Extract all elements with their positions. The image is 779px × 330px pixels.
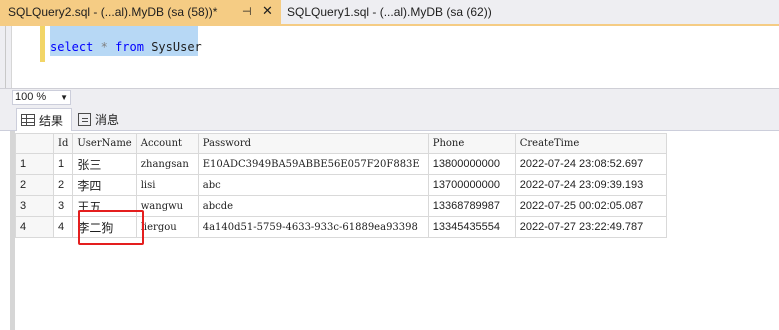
table-name: SysUser bbox=[151, 40, 202, 54]
cell-account[interactable]: wangwu bbox=[135, 195, 199, 217]
query-editor[interactable]: select * from SysUser bbox=[0, 26, 779, 88]
cell-createtime[interactable]: 2022-07-24 23:09:39.193 bbox=[514, 174, 667, 196]
cell-id[interactable]: 2 bbox=[52, 174, 74, 196]
outline-line bbox=[5, 26, 6, 88]
tab-sqlquery1[interactable]: SQLQuery1.sql - (...al).MyDB (sa (62)) bbox=[281, 0, 492, 24]
tab-results-label: 结果 bbox=[39, 113, 64, 128]
chevron-down-icon[interactable]: ▼ bbox=[60, 91, 68, 104]
cell-phone[interactable]: 13700000000 bbox=[427, 174, 516, 196]
row-number[interactable]: 1 bbox=[15, 153, 54, 175]
cell-username[interactable]: 李四 bbox=[72, 174, 137, 196]
cell-createtime[interactable]: 2022-07-24 23:08:52.697 bbox=[514, 153, 667, 175]
column-header-username[interactable]: UserName bbox=[72, 133, 137, 154]
message-icon bbox=[78, 113, 91, 126]
close-icon[interactable]: ✕ bbox=[262, 4, 276, 18]
cell-createtime[interactable]: 2022-07-25 00:02:05.087 bbox=[514, 195, 667, 217]
row-number[interactable]: 2 bbox=[15, 174, 54, 196]
column-header-createtime[interactable]: CreateTime bbox=[514, 133, 667, 154]
column-header-phone[interactable]: Phone bbox=[427, 133, 516, 154]
cell-account[interactable]: liergou bbox=[135, 216, 199, 238]
cell-phone[interactable]: 13368789987 bbox=[427, 195, 516, 217]
cell-id[interactable]: 3 bbox=[52, 195, 74, 217]
tab-results[interactable]: 结果 bbox=[16, 108, 72, 131]
cell-phone[interactable]: 13800000000 bbox=[427, 153, 516, 175]
keyword-from: from bbox=[115, 40, 144, 54]
zoom-bar: 100 % ▼ bbox=[0, 88, 779, 105]
tab-sqlquery2-title: SQLQuery2.sql - (...al).MyDB (sa (58))* bbox=[8, 5, 218, 19]
cell-createtime[interactable]: 2022-07-27 23:22:49.787 bbox=[514, 216, 667, 238]
cell-password[interactable]: abc bbox=[197, 174, 429, 196]
cell-id[interactable]: 1 bbox=[52, 153, 74, 175]
cell-password[interactable]: 4a140d51-5759-4633-933c-61889ea93398 bbox=[197, 216, 429, 238]
column-header-password[interactable]: Password bbox=[197, 133, 429, 154]
cell-password[interactable]: abcde bbox=[197, 195, 429, 217]
tab-sqlquery1-title: SQLQuery1.sql - (...al).MyDB (sa (62)) bbox=[287, 5, 492, 19]
tab-sqlquery2[interactable]: SQLQuery2.sql - (...al).MyDB (sa (58))* … bbox=[0, 0, 281, 24]
zoom-select[interactable]: 100 % ▼ bbox=[12, 90, 71, 105]
code-line-select[interactable]: select * from SysUser bbox=[50, 39, 202, 55]
document-tab-strip: SQLQuery2.sql - (...al).MyDB (sa (58))* … bbox=[0, 0, 779, 26]
results-tab-strip: 结果 消息 bbox=[0, 105, 779, 131]
highlight-annotation bbox=[78, 210, 144, 245]
cell-id[interactable]: 4 bbox=[52, 216, 74, 238]
cell-account[interactable]: lisi bbox=[135, 174, 199, 196]
table-row[interactable]: 1 1 张三 zhangsan E10ADC3949BA59ABBE56E057… bbox=[15, 153, 667, 175]
column-header-account[interactable]: Account bbox=[135, 133, 199, 154]
row-number[interactable]: 3 bbox=[15, 195, 54, 217]
cell-username[interactable]: 张三 bbox=[72, 153, 137, 175]
pin-icon[interactable]: ⊣ bbox=[242, 5, 254, 19]
change-indicator bbox=[40, 26, 45, 62]
corner-cell[interactable] bbox=[15, 133, 54, 154]
tab-messages-label: 消息 bbox=[95, 113, 120, 127]
star-operator: * bbox=[100, 40, 108, 54]
grid-icon bbox=[21, 114, 35, 126]
table-row[interactable]: 2 2 李四 lisi abc 13700000000 2022-07-24 2… bbox=[15, 174, 667, 196]
zoom-value: 100 % bbox=[15, 91, 47, 103]
tab-messages[interactable]: 消息 bbox=[74, 108, 130, 131]
column-header-id[interactable]: Id bbox=[52, 133, 74, 154]
keyword-select: select bbox=[50, 40, 94, 54]
cell-phone[interactable]: 13345435554 bbox=[427, 216, 516, 238]
header-row: Id UserName Account Password Phone Creat… bbox=[15, 133, 667, 154]
cell-account[interactable]: zhangsan bbox=[135, 153, 199, 175]
cell-password[interactable]: E10ADC3949BA59ABBE56E057F20F883E bbox=[197, 153, 429, 175]
editor-margin bbox=[0, 26, 12, 88]
row-number[interactable]: 4 bbox=[15, 216, 54, 238]
